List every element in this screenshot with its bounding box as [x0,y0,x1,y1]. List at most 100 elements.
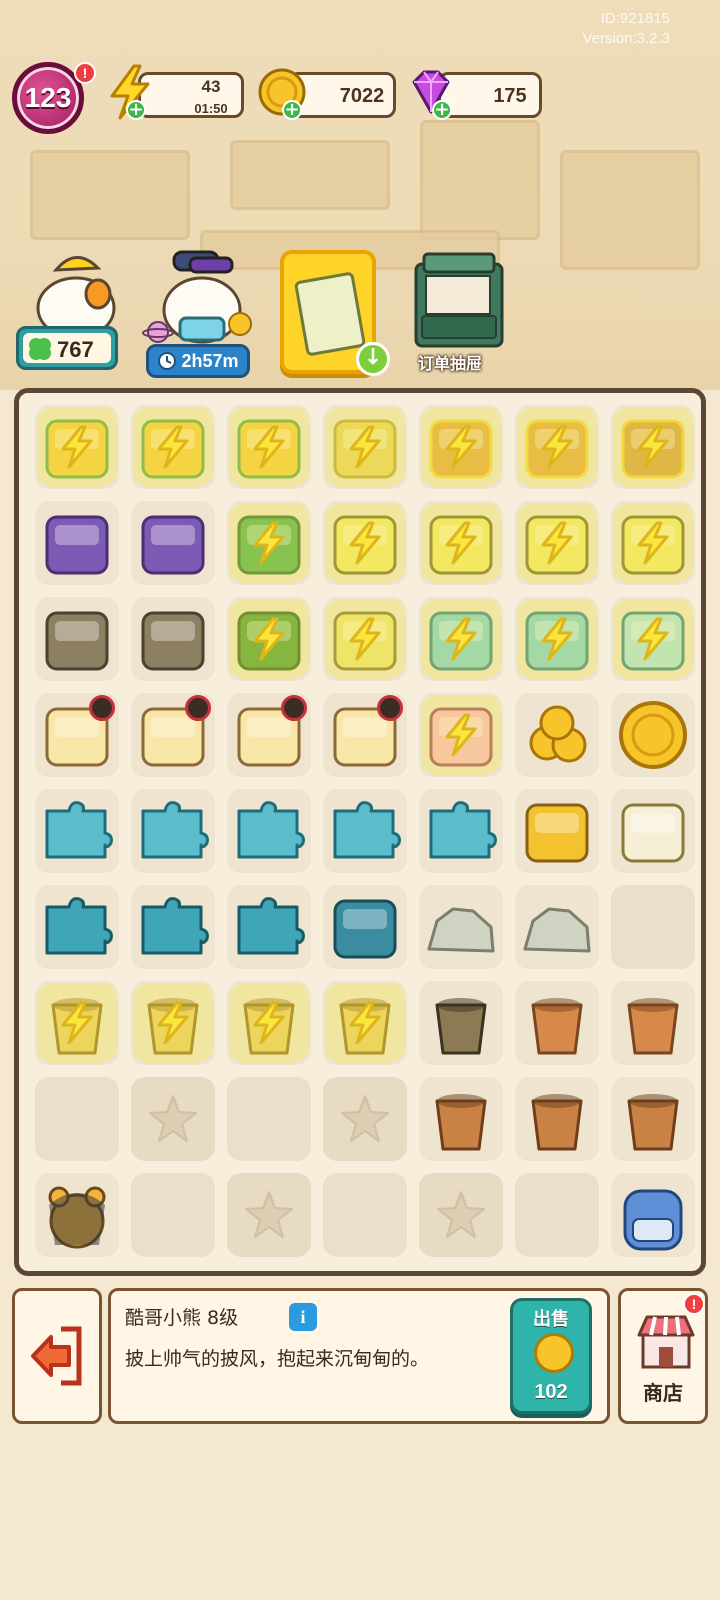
empty-cell[interactable] [221,1071,317,1167]
picture-frame-item[interactable] [509,783,605,879]
robot-vacuum-item[interactable] [413,591,509,687]
hay-bundle-item[interactable] [317,399,413,495]
stone-pile-item[interactable] [509,879,605,975]
version-label: Version:3.2.3 [582,30,670,47]
empty-cell[interactable] [605,879,701,975]
clay-piece-item[interactable] [605,1071,701,1167]
level-alert-icon: ! [74,62,96,84]
duck-cart-item[interactable] [317,687,413,783]
locked-star-cell[interactable] [317,1071,413,1167]
cooldown-clock-icon [185,695,211,721]
potted-plant-item[interactable] [221,399,317,495]
sell-price: 102 [534,1381,568,1403]
puzzle-item[interactable] [125,783,221,879]
energy-bolt-icon [541,521,573,565]
robot-vacuum-item[interactable] [509,591,605,687]
exit-button[interactable] [12,1288,102,1424]
empty-cell[interactable] [125,1167,221,1263]
locked-star-cell[interactable] [413,1167,509,1263]
shop-button[interactable]: ! 商店 [618,1288,708,1424]
clay-piece-item[interactable] [509,1071,605,1167]
puzzle-piece-item[interactable] [221,879,317,975]
locked-star-cell[interactable] [221,1167,317,1263]
stone-pile-item-graphic [421,887,501,967]
energy-bolt-icon [61,1001,93,1045]
potted-plant-item[interactable] [29,399,125,495]
flower-basket-item[interactable] [413,399,509,495]
sell-label: 出售 [533,1309,569,1330]
fridge-item[interactable] [413,687,509,783]
coin-stack-item[interactable] [509,687,605,783]
worker-duck-avatar[interactable] [26,242,126,338]
mortar-item-graphic [421,983,501,1063]
sell-button[interactable]: 出售 102 [510,1298,592,1414]
item-name: 酷哥小熊 8级 [125,1307,239,1329]
clay-cup-item[interactable] [509,975,605,1071]
envelope-item-graphic [613,791,693,871]
item-description: 披上帅气的披风，抱起来沉甸甸的。 [125,1348,430,1370]
flower-basket-item[interactable] [509,399,605,495]
empty-cell[interactable] [29,1071,125,1167]
duck-cart-item[interactable] [221,687,317,783]
clay-cup-item[interactable] [605,975,701,1071]
add-coins-icon[interactable]: + [282,100,302,120]
laptop-item[interactable] [413,495,509,591]
delivery-timer-pill[interactable]: 2h57m [146,344,250,378]
flower-pot-item[interactable] [29,975,125,1071]
toy-truck-item[interactable] [221,591,317,687]
robot-vacuum-item[interactable] [605,591,701,687]
add-energy-icon[interactable]: + [126,100,146,120]
worker-count-pill[interactable]: 767 [16,326,118,370]
tile-stack-item[interactable] [317,879,413,975]
empty-cell[interactable] [509,1167,605,1263]
potted-plant-item[interactable] [125,399,221,495]
clay-piece-item[interactable] [413,1071,509,1167]
puzzle-board-item[interactable] [221,783,317,879]
locker-item[interactable] [125,591,221,687]
duck-cart-item[interactable] [29,687,125,783]
potted-plant-item-graphic [37,407,117,487]
puzzle-item[interactable] [29,783,125,879]
flower-pot-item[interactable] [221,975,317,1071]
mortar-item[interactable] [413,975,509,1071]
puzzle-board-item[interactable] [317,783,413,879]
locker-item[interactable] [29,591,125,687]
flower-pot-item[interactable] [317,975,413,1071]
energy-bolt-icon [445,425,477,469]
order-arrow-icon[interactable]: ↓ [356,342,390,376]
info-icon[interactable]: i [289,1303,317,1331]
energy-bolt-icon [541,617,573,661]
coins-value: 7022 [339,85,385,107]
green-crate-item[interactable] [221,495,317,591]
star-icon [323,1077,407,1161]
bag-stack-item[interactable] [29,495,125,591]
clock-icon [158,352,177,370]
laptop-item[interactable] [509,495,605,591]
wicker-basket-item[interactable] [605,399,701,495]
bag-stack-item[interactable] [125,495,221,591]
flower-basket-item-graphic [517,407,597,487]
supply-cart-item[interactable] [317,591,413,687]
puzzle-piece-item[interactable] [125,879,221,975]
backpack-item[interactable] [605,1167,701,1263]
laptop-item[interactable] [317,495,413,591]
coin-item[interactable] [605,687,701,783]
add-gems-icon[interactable]: + [432,100,452,120]
duck-cart-item[interactable] [125,687,221,783]
puzzle-piece-item[interactable] [29,879,125,975]
envelope-item[interactable] [605,783,701,879]
clay-cup-item-graphic [517,983,597,1063]
order-drawer-label: 订单抽屉 [418,354,483,373]
empty-cell[interactable] [317,1167,413,1263]
laptop-item[interactable] [605,495,701,591]
puzzle-board-item[interactable] [413,783,509,879]
stone-pile-item[interactable] [413,879,509,975]
cool-bear-item[interactable] [29,1167,125,1263]
order-drawer-cabinet[interactable] [410,246,510,350]
locked-star-cell[interactable] [125,1071,221,1167]
supply-cart-item-graphic [325,599,405,679]
merge-grid [29,399,701,1263]
flower-pot-item-graphic [325,983,405,1063]
flower-pot-item[interactable] [125,975,221,1071]
duck-cart-item-graphic [325,695,405,775]
